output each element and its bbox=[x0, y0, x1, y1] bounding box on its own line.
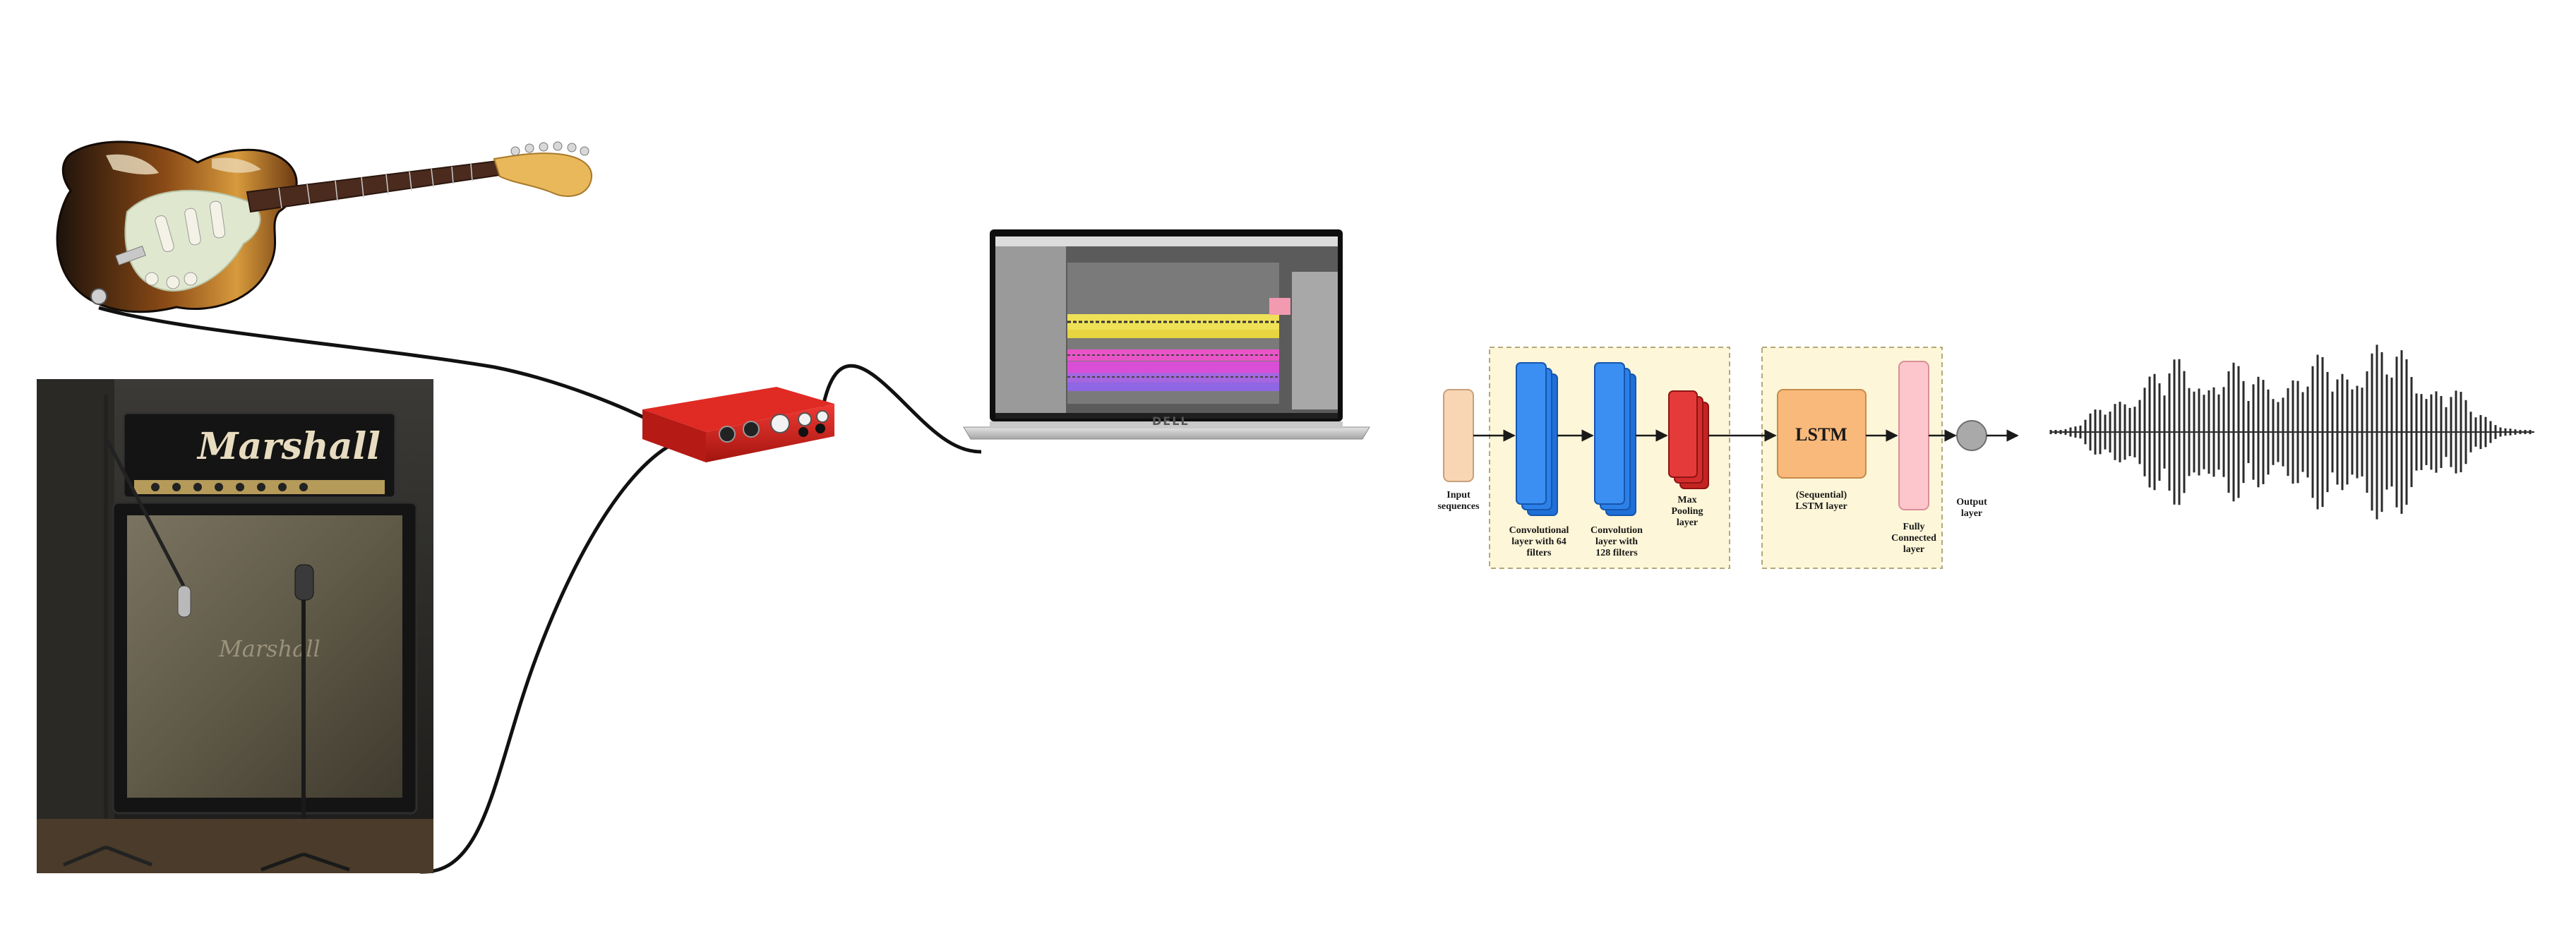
audio-interface-image bbox=[642, 387, 834, 462]
lstm-block-label: LSTM bbox=[1795, 424, 1847, 445]
laptop-base bbox=[963, 426, 1370, 440]
neural-network-diagram: LSTM Input sequences Convolutional layer w… bbox=[1437, 347, 2019, 569]
conv64-layer-block bbox=[1516, 362, 1558, 516]
daw-mixer bbox=[1292, 272, 1338, 409]
conv128-layer-label: Convolution layer with 128 filters bbox=[1590, 525, 1643, 558]
input-layer-label: Input sequences bbox=[1437, 490, 1480, 512]
output-waveform bbox=[2049, 344, 2534, 520]
signal-chain-diagram: Marshall Marshall DELL LSTM Input sequen… bbox=[0, 0, 2576, 925]
guitar-headstock bbox=[493, 152, 592, 197]
daw-browser bbox=[995, 246, 1066, 413]
laptop-image: DELL bbox=[963, 229, 1370, 440]
guitar-knob bbox=[145, 272, 159, 286]
lstm-layer-label: (Sequential) LSTM layer bbox=[1795, 490, 1847, 512]
daw-clip-pink bbox=[1269, 298, 1290, 315]
electric-guitar-image bbox=[56, 140, 592, 313]
microphone-2 bbox=[294, 564, 314, 601]
studio-wall-left bbox=[37, 379, 114, 873]
guitar-knob bbox=[166, 275, 180, 289]
laptop-brand-logo: DELL bbox=[1152, 414, 1190, 428]
maxpool-layer-block bbox=[1668, 390, 1709, 489]
amp-head-logo: Marshall bbox=[196, 425, 381, 468]
fc-layer-block bbox=[1898, 361, 1929, 510]
guitar-output-jack bbox=[90, 288, 107, 305]
conv128-layer-block bbox=[1594, 362, 1636, 516]
guitar-knob bbox=[184, 272, 198, 286]
interface-to-laptop-cable bbox=[820, 364, 982, 454]
studio-floor bbox=[37, 819, 433, 873]
input-layer-block bbox=[1443, 389, 1474, 482]
microphone bbox=[177, 585, 191, 618]
amp-to-interface-cable bbox=[419, 436, 689, 874]
output-layer-label: Output layer bbox=[1956, 497, 1987, 519]
marshall-amp-photo: Marshall Marshall bbox=[37, 379, 433, 873]
output-node bbox=[1956, 420, 1987, 451]
daw-menubar bbox=[995, 236, 1338, 246]
daw-tracks bbox=[1067, 314, 1279, 391]
diagram-canvas: Marshall Marshall DELL LSTM Input sequen… bbox=[37, 140, 2534, 874]
